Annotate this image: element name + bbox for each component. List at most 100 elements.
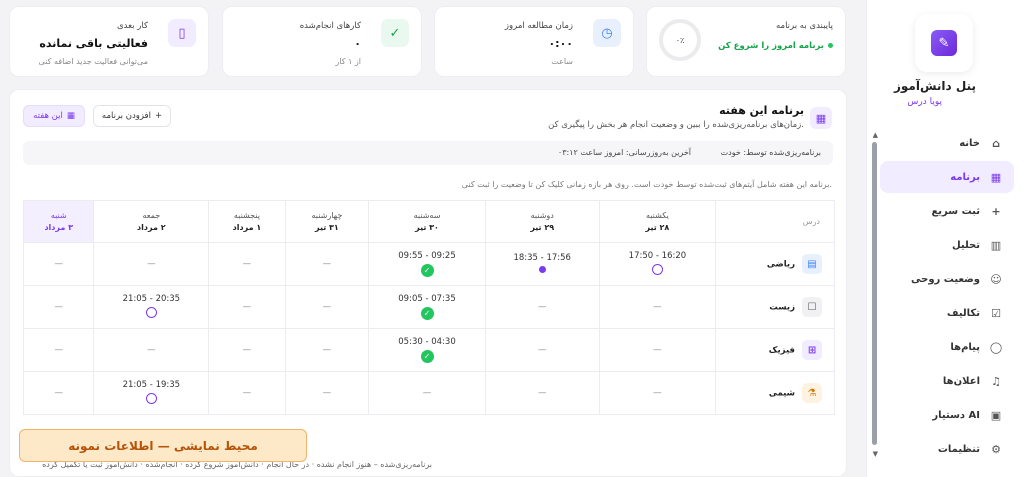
empty-dash: — (242, 345, 252, 355)
time-slot[interactable]: 04:30 - 05:30 ✓ (368, 328, 486, 372)
demo-banner: محیط نمایشی — اطلاعات نمونه (19, 429, 307, 462)
done-check-icon: ✓ (420, 264, 434, 277)
day-header: دوشنبه ۲۹ تیر (484, 200, 600, 243)
add-plan-label: افزودن برنامه (101, 111, 151, 121)
empty-dash: — (653, 302, 662, 312)
sidebar-item-8[interactable]: دستیار AI ▣ (880, 399, 1014, 431)
empty-slot: — (208, 285, 286, 329)
sidebar-item-2[interactable]: ثبت سریع + (880, 195, 1014, 227)
time-slot[interactable]: 19:35 - 21:05 (93, 371, 210, 415)
empty-dash: — (322, 259, 332, 269)
plus-icon: + (154, 111, 163, 121)
day-header: شنبه ۳ مرداد (22, 200, 95, 243)
table-row: ⚗ شیمی — — — — — 19:35 - 21:05 — (22, 371, 835, 415)
scroll-up-icon[interactable]: ▲ (873, 131, 878, 139)
time-slot[interactable]: 17:56 - 18:35 (484, 242, 600, 286)
day-header: جمعه ۲ مرداد (93, 200, 210, 243)
sidebar: ✎ پنل دانش‌آموز پویا درس ▲ ▼ خانه ⌂ برنامه… (866, 0, 1024, 477)
empty-slot: — (22, 242, 95, 286)
sidebar-scrollbar[interactable] (872, 142, 877, 445)
empty-dash: — (242, 388, 252, 398)
subject-cell: ⚗ شیمی (715, 371, 835, 415)
schedule-grid: درس یکشنبه ۲۸ تیر دوشنبه ۲۹ تیر سه‌شنبه ۳۰ تیر… (22, 200, 835, 415)
scroll-down-icon[interactable]: ▼ (873, 450, 878, 458)
checkbox-icon: ☑ (991, 306, 1001, 320)
empty-dash: — (537, 345, 547, 355)
day-date: ۱ مرداد (232, 223, 262, 232)
gear-icon: ⚙ (991, 442, 1001, 456)
done-value: ۰ (354, 37, 361, 50)
done-sub: از ۱ کار (335, 57, 361, 66)
atom-icon: ⊞ (802, 340, 822, 360)
chat-icon: ◯ (989, 340, 1003, 354)
adherence-status-text: برنامه امروز را شروع کن (718, 41, 824, 51)
sidebar-item-label: پیام‌ها (950, 341, 980, 353)
day-date: ۲ مرداد (137, 223, 166, 232)
day-date: ۳۰ تیر (415, 223, 439, 232)
subject-cell: ⊞ فیزیک (715, 328, 835, 372)
sidebar-item-1[interactable]: برنامه ▦ (880, 161, 1014, 193)
home-icon: ⌂ (992, 136, 1000, 150)
sidebar-item-6[interactable]: پیام‌ها ◯ (880, 331, 1014, 363)
add-plan-button[interactable]: افزودن برنامه + (93, 105, 171, 127)
brand-name: پنل دانش‌آموز (893, 79, 976, 93)
empty-slot: — (208, 371, 286, 415)
empty-slot: — (484, 371, 600, 415)
sidebar-nav: خانه ⌂ برنامه ▦ ثبت سریع + تحلیل ▥ وضعیت روحی ☺ تک… (880, 127, 1014, 467)
status-dot-icon (828, 43, 833, 48)
subject-name: زیست (769, 302, 795, 313)
empty-slot: — (368, 371, 486, 415)
empty-slot: — (284, 285, 370, 329)
empty-dash: — (322, 302, 332, 312)
empty-dash: — (537, 302, 547, 312)
time-slot[interactable]: 16:20 - 17:50 (598, 242, 717, 286)
sidebar-item-7[interactable]: اعلان‌ها ♫ (880, 365, 1014, 397)
time-slot[interactable]: 20:35 - 21:05 (93, 285, 210, 329)
empty-dash: — (242, 259, 252, 269)
empty-slot: — (22, 285, 95, 329)
sidebar-item-4[interactable]: وضعیت روحی ☺ (880, 263, 1014, 295)
slot-time: 20:35 - 21:05 (122, 293, 181, 304)
empty-slot: — (598, 285, 717, 329)
day-name: پنجشنبه (233, 211, 260, 220)
empty-dash: — (322, 388, 332, 398)
slot-time: 07:35 - 09:05 (398, 294, 456, 304)
sidebar-item-label: برنامه (950, 171, 980, 183)
this-week-label: این هفته (33, 111, 63, 121)
check-circle-icon: ✓ (381, 19, 409, 47)
slot-time: 16:20 - 17:50 (628, 250, 687, 261)
day-header: چهارشنبه ۳۱ تیر (284, 200, 370, 243)
plus-icon: + (991, 204, 1001, 218)
sidebar-item-label: تکالیف (946, 307, 980, 319)
empty-dash: — (147, 345, 156, 355)
pending-circle-icon (651, 263, 663, 275)
empty-slot: — (93, 328, 210, 372)
time-slot[interactable]: 07:35 - 09:05 ✓ (368, 285, 486, 329)
sidebar-item-5[interactable]: تکالیف ☑ (880, 297, 1014, 329)
done-check-icon: ✓ (420, 350, 434, 363)
info-bar: برنامه‌ریزی‌شده توسط: خودت آخرین به‌روزر… (23, 141, 833, 165)
time-slot[interactable]: 09:25 - 09:55 ✓ (368, 242, 486, 286)
sidebar-item-3[interactable]: تحلیل ▥ (880, 229, 1014, 261)
this-week-button[interactable]: این هفته ▦ (23, 105, 85, 127)
study-time-sub: ساعت (551, 57, 573, 66)
bar-chart-icon: ▥ (990, 238, 1002, 252)
empty-dash: — (322, 345, 332, 355)
empty-dash: — (54, 259, 63, 269)
sidebar-item-0[interactable]: خانه ⌂ (880, 127, 1014, 159)
slot-time: 17:56 - 18:35 (513, 252, 571, 263)
sidebar-item-9[interactable]: تنظیمات ⚙ (880, 433, 1014, 465)
empty-slot: — (484, 328, 600, 372)
flask-icon: ⚗ (802, 383, 822, 403)
adherence-title: پایبندی به برنامه (775, 21, 833, 31)
sidebar-item-label: تحلیل (951, 239, 980, 251)
pending-circle-icon (145, 306, 157, 318)
empty-dash: — (147, 259, 156, 269)
day-header: پنجشنبه ۱ مرداد (208, 200, 286, 243)
empty-slot: — (598, 328, 717, 372)
schedule-note: برنامه این هفته شامل آیتم‌های ثبت‌شده تو… (461, 180, 832, 189)
pending-circle-icon (145, 392, 157, 404)
study-time-value: ۰:۰۰ (548, 37, 573, 50)
day-name: جمعه (142, 211, 161, 220)
done-title: کارهای انجام‌شده (299, 21, 361, 31)
